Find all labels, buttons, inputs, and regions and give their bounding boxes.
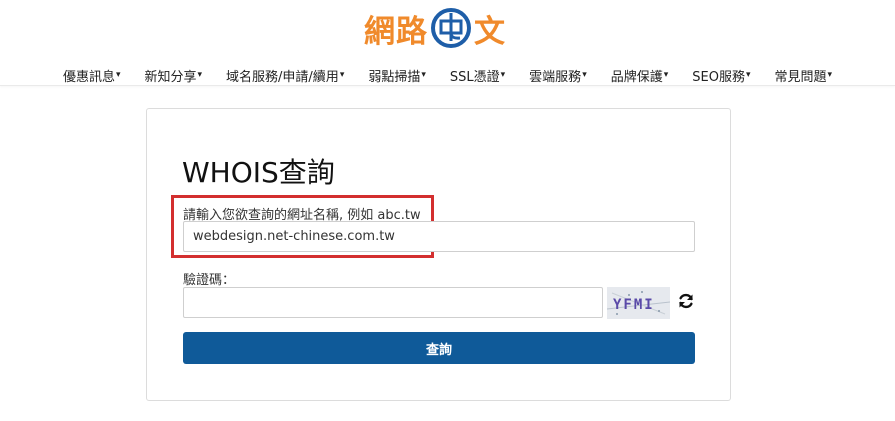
chevron-down-icon: ▾ xyxy=(339,69,345,80)
nav-item-vulnerability-scan[interactable]: 弱點掃描 ▾ xyxy=(356,66,438,85)
page-title: WHOIS查詢 xyxy=(182,156,335,189)
nav-item-cloud[interactable]: 雲端服務 ▾ xyxy=(517,66,599,85)
nav-item-domain-services[interactable]: 域名服務/申請/續用 ▾ xyxy=(214,66,356,85)
domain-input[interactable] xyxy=(183,221,695,252)
captcha-text: YFMI xyxy=(613,297,655,313)
captcha-image: YFMI xyxy=(607,287,670,319)
nav-item-faq[interactable]: 常見問題 ▾ xyxy=(763,66,845,85)
captcha-input[interactable] xyxy=(183,287,603,318)
site-logo[interactable]: 網路 文 xyxy=(364,6,506,50)
logo-text-left: 網路 xyxy=(364,13,428,50)
chevron-down-icon: ▾ xyxy=(115,69,121,80)
chevron-down-icon: ▾ xyxy=(663,69,669,80)
site-header: 網路 文 優惠訊息 ▾ 新知分享 ▾ 域名服務/申請/續用 ▾ 弱點掃描 ▾ SSL憑證… xyxy=(0,0,895,86)
captcha-field-label: 驗證碼： xyxy=(183,273,236,288)
nav-item-news[interactable]: 新知分享 ▾ xyxy=(133,66,215,85)
captcha-noise: YFMI xyxy=(607,287,670,319)
chevron-down-icon: ▾ xyxy=(745,69,751,80)
whois-form-card: WHOIS查詢 請輸入您欲查詢的網址名稱, 例如 abc.tw 驗證碼： YFM… xyxy=(146,108,731,401)
logo-mark-icon xyxy=(431,8,471,48)
nav-item-ssl[interactable]: SSL憑證 ▾ xyxy=(438,66,517,85)
logo-text-right: 文 xyxy=(474,13,506,50)
chevron-down-icon: ▾ xyxy=(582,69,587,80)
chevron-down-icon: ▾ xyxy=(421,69,426,80)
nav-item-promotions[interactable]: 優惠訊息 ▾ xyxy=(51,66,133,85)
chevron-down-icon: ▾ xyxy=(827,69,833,80)
nav-item-brand-protection[interactable]: 品牌保護 ▾ xyxy=(599,66,681,85)
chevron-down-icon: ▾ xyxy=(197,69,203,80)
chevron-down-icon: ▾ xyxy=(500,69,506,80)
submit-button[interactable]: 查詢 xyxy=(183,332,695,364)
refresh-icon[interactable] xyxy=(677,292,695,310)
main-nav: 優惠訊息 ▾ 新知分享 ▾ 域名服務/申請/續用 ▾ 弱點掃描 ▾ SSL憑證 ▾ 雲端服… xyxy=(0,66,895,85)
nav-item-seo[interactable]: SEO服務 ▾ xyxy=(680,66,762,85)
